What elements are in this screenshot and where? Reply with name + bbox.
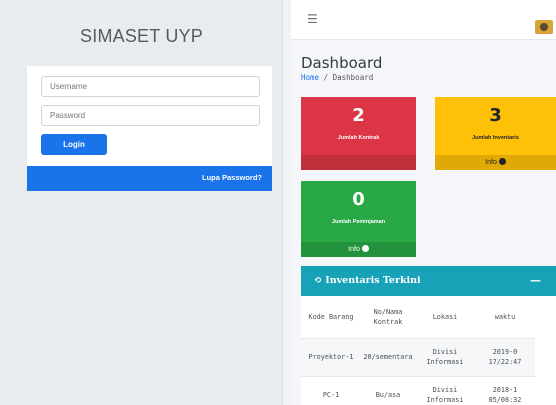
inventory-card-title-text: Inventaris Terkini	[325, 275, 421, 286]
login-button[interactable]: Login	[41, 134, 107, 155]
minus-icon[interactable]: —	[530, 274, 541, 287]
login-form: Login	[27, 66, 272, 166]
arrow-circle-right-icon	[498, 158, 506, 165]
stat-info-label: Info	[348, 246, 360, 253]
stat-box-inventaris: 3 Jumlah Inventaris Info	[435, 97, 556, 170]
hamburger-icon[interactable]: ☰	[307, 12, 318, 26]
stat-box-kontrak: 2 Jumlah Kontrak	[301, 97, 416, 170]
inventory-card-header: ⟲ Inventaris Terkini —	[301, 266, 556, 296]
inventory-card-title: ⟲ Inventaris Terkini	[314, 275, 421, 286]
history-icon: ⟲	[314, 275, 322, 286]
stat-value: 0	[352, 189, 365, 210]
stat-label: Jumlah Kontrak	[337, 135, 380, 141]
table-cell: Divisi Informasi	[415, 337, 475, 376]
page-title: Dashboard	[301, 54, 383, 72]
table-cell: Divisi Informasi	[415, 375, 475, 405]
table-cell: Bu/asa	[361, 375, 415, 405]
forgot-password-bar: Lupa Password?	[27, 166, 272, 191]
table-cell: 2019-0 17/22:47	[475, 337, 535, 376]
breadcrumb-separator: /	[323, 73, 329, 82]
stat-info-label: Info	[485, 159, 497, 166]
column-header: Kode Barang	[308, 312, 354, 321]
column-header: Lokasi	[432, 312, 458, 321]
stat-info-link[interactable]: Info	[435, 155, 556, 170]
stat-value: 3	[489, 105, 502, 126]
stat-label: Jumlah Peminjaman	[331, 219, 386, 225]
app-title: SIMASET UYP	[80, 26, 203, 46]
top-navbar: ☰	[291, 0, 556, 40]
forgot-password-link[interactable]: Lupa Password?	[202, 173, 262, 182]
table-cell: 20/sementara	[361, 337, 415, 376]
arrow-circle-right-icon	[361, 245, 369, 252]
column-header: waktu	[494, 312, 516, 321]
stat-footer[interactable]	[301, 155, 416, 170]
breadcrumb: Home / Dashboard	[301, 73, 373, 82]
table-cell: Proyektor-1	[301, 337, 361, 376]
stat-value: 2	[352, 105, 365, 126]
username-input[interactable]	[41, 76, 260, 97]
inventory-table: Kode Barang No/Nama Kontrak Lokasi waktu…	[301, 296, 556, 405]
stat-info-link[interactable]: Info	[301, 242, 416, 257]
breadcrumb-current: Dashboard	[332, 73, 374, 82]
login-panel: SIMASET UYP Login Lupa Password?	[0, 0, 283, 405]
breadcrumb-home[interactable]: Home	[301, 73, 319, 82]
column-header: No/Nama Kontrak	[373, 307, 403, 326]
table-row: PC-1 Bu/asa Divisi Informasi 2018-1 05/0…	[301, 375, 535, 405]
password-input[interactable]	[41, 105, 260, 126]
user-avatar[interactable]	[535, 20, 553, 34]
stat-box-peminjaman: 0 Jumlah Peminjaman Info	[301, 181, 416, 257]
table-cell: PC-1	[301, 375, 361, 405]
table-cell: 2018-1 05/08:32	[475, 375, 535, 405]
stat-label: Jumlah Inventaris	[472, 135, 519, 141]
dashboard-app: ☰ Dashboard Home / Dashboard 2 Jumlah Ko…	[291, 0, 556, 405]
table-row: Proyektor-1 20/sementara Divisi Informas…	[301, 337, 535, 376]
